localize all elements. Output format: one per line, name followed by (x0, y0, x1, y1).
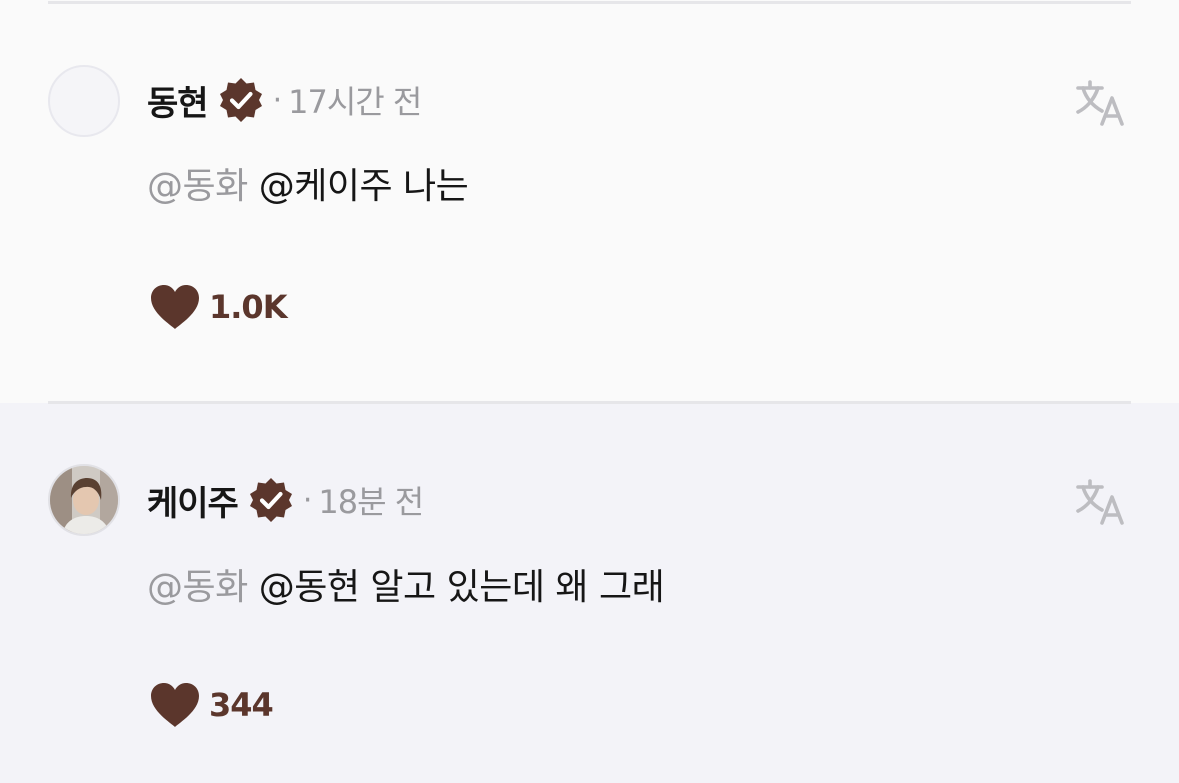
divider (48, 401, 1131, 404)
meta-separator: · (302, 482, 313, 518)
timestamp: 17시간 전 (288, 83, 422, 121)
heart-icon[interactable] (147, 680, 203, 730)
avatar[interactable] (48, 65, 120, 137)
comment-item: 동현 · 17시간 전 @동화 @케이주 나는 1.0K (0, 0, 1179, 403)
like-count: 344 (209, 686, 274, 724)
timestamp: 18분 전 (318, 483, 424, 521)
mention-link[interactable]: @동현 (259, 567, 360, 608)
message-text: 나는 (403, 166, 469, 207)
comment-header: 케이주 · 18분 전 (147, 475, 424, 525)
divider (48, 1, 1131, 4)
username[interactable]: 케이주 (147, 476, 239, 525)
comment-header: 동현 · 17시간 전 (147, 75, 422, 125)
meta-separator: · (272, 82, 283, 118)
mention-link[interactable]: @동화 (147, 166, 248, 207)
heart-icon[interactable] (147, 282, 203, 332)
like-button[interactable]: 344 (147, 678, 274, 732)
mention-link[interactable]: @동화 (147, 567, 248, 608)
message-text: 알고 있는데 왜 그래 (370, 567, 665, 608)
comment-item: 케이주 · 18분 전 @동화 @동현 알고 있는데 왜 그래 344 (0, 401, 1179, 783)
translate-icon[interactable] (1074, 78, 1128, 128)
like-button[interactable]: 1.0K (147, 280, 287, 334)
comment-text: @동화 @동현 알고 있는데 왜 그래 (147, 563, 665, 613)
translate-icon[interactable] (1074, 477, 1128, 527)
comment-text: @동화 @케이주 나는 (147, 162, 469, 212)
avatar[interactable] (48, 464, 120, 536)
like-count: 1.0K (209, 288, 287, 326)
username[interactable]: 동현 (147, 76, 209, 125)
verified-badge-icon (217, 76, 265, 124)
verified-badge-icon (247, 476, 295, 524)
mention-link[interactable]: @케이주 (259, 166, 393, 207)
